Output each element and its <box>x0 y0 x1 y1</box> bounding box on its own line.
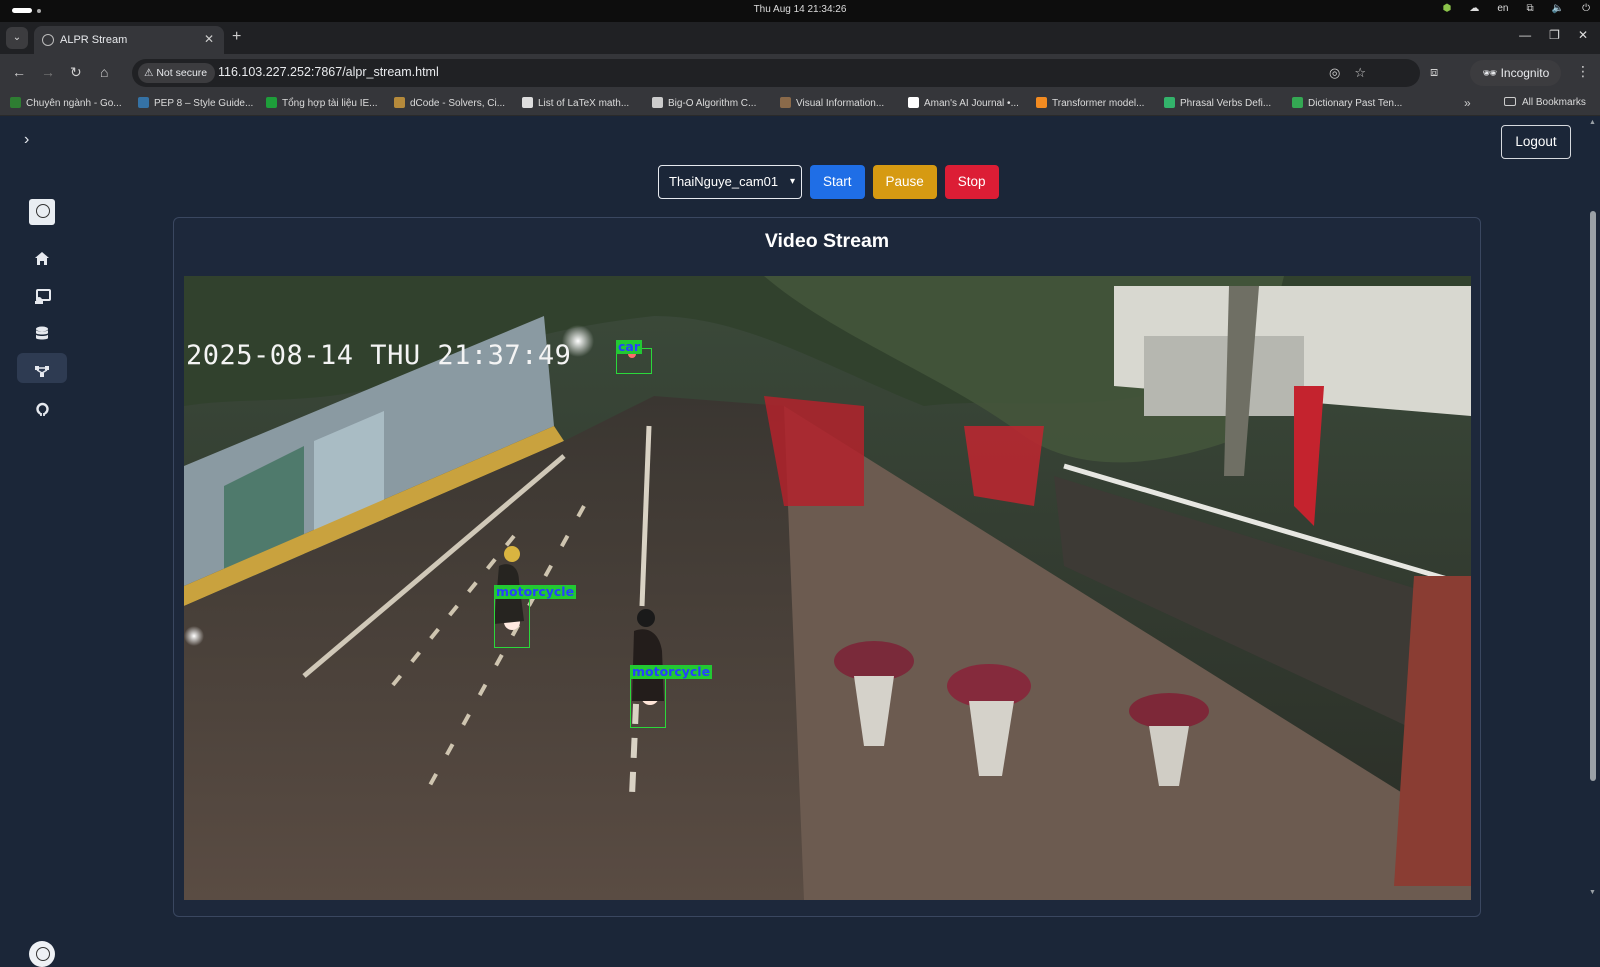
camera-select[interactable]: ThaiNguye_cam01 ▾ <box>658 165 802 199</box>
bookmark-favicon <box>138 97 149 108</box>
home-icon[interactable] <box>29 245 55 271</box>
language-indicator: en <box>1497 3 1509 14</box>
bookmark-item[interactable]: Tổng hợp tài liệu IE... <box>266 97 378 109</box>
shield-icon: ⬢ <box>1442 3 1452 14</box>
workflow-icon[interactable] <box>29 358 55 384</box>
user-avatar[interactable] <box>29 941 55 967</box>
bookmark-favicon <box>652 97 663 108</box>
chevron-down-icon: ▾ <box>789 176 795 187</box>
detection-label: car <box>616 339 643 354</box>
home-button-icon[interactable]: ⌂ <box>100 64 108 80</box>
address-bar[interactable]: ⚠ Not secure 116.103.227.252:7867/alpr_s… <box>132 59 1420 87</box>
not-secure-label: Not secure <box>156 67 208 79</box>
restore-icon[interactable]: ❐ <box>1549 28 1560 42</box>
bookmark-favicon <box>780 97 791 108</box>
bookmark-favicon <box>1292 97 1303 108</box>
more-bookmarks-icon[interactable]: » <box>1464 96 1471 110</box>
window-controls: — ❐ ✕ <box>1519 28 1588 42</box>
folder-icon <box>1504 97 1516 106</box>
slides-icon[interactable] <box>29 283 55 309</box>
bookmark-item[interactable]: Big-O Algorithm C... <box>652 97 756 109</box>
extensions-icon[interactable]: ⧈ <box>1430 64 1438 80</box>
new-tab-button[interactable]: + <box>232 28 241 46</box>
incognito-label: Incognito <box>1500 66 1550 80</box>
bookmark-favicon <box>908 97 919 108</box>
bookmarks-bar: Chuyên ngành - Go... PEP 8 – Style Guide… <box>0 92 1600 116</box>
start-button[interactable]: Start <box>810 165 865 199</box>
video-frame[interactable]: 2025-08-14 THU 21:37:49 car motorcycle m… <box>184 276 1471 900</box>
tab-alpr-stream[interactable]: ALPR Stream ✕ <box>34 26 224 54</box>
scroll-down-icon[interactable]: ▼ <box>1589 889 1596 896</box>
reload-icon[interactable]: ↻ <box>70 64 82 81</box>
stream-controls: ThaiNguye_cam01 ▾ Start Pause Stop <box>658 165 999 199</box>
minimize-icon[interactable]: — <box>1519 28 1531 42</box>
bookmark-item[interactable]: Chuyên ngành - Go... <box>10 97 122 109</box>
volume-icon: 🔈 <box>1551 3 1565 14</box>
scroll-thumb[interactable] <box>1590 211 1596 781</box>
bookmark-favicon <box>394 97 405 108</box>
tab-search-button[interactable]: ⌄ <box>6 27 28 49</box>
logout-button[interactable]: Logout <box>1501 125 1571 159</box>
not-secure-badge[interactable]: ⚠ Not secure <box>138 63 216 83</box>
bookmark-item[interactable]: Dictionary Past Ten... <box>1292 97 1402 109</box>
cloud-icon: ☁ <box>1469 3 1480 14</box>
camera-select-value: ThaiNguye_cam01 <box>669 174 779 189</box>
bookmark-item[interactable]: List of LaTeX math... <box>522 97 629 109</box>
detection-box <box>630 672 666 728</box>
power-icon: ⏻ <box>1582 3 1590 14</box>
stop-button[interactable]: Stop <box>944 165 999 199</box>
bookmark-item[interactable]: PEP 8 – Style Guide... <box>138 97 253 109</box>
bookmark-item[interactable]: dCode - Solvers, Ci... <box>394 97 505 109</box>
detection-label: motorcycle <box>630 664 713 679</box>
star-icon[interactable]: ☆ <box>1354 65 1366 81</box>
stream-timestamp: 2025-08-14 THU 21:37:49 <box>186 340 572 371</box>
bookmark-favicon <box>1036 97 1047 108</box>
tab-title: ALPR Stream <box>60 34 128 46</box>
network-icon: ⧉ <box>1526 3 1534 14</box>
tab-strip: ⌄ ALPR Stream ✕ + — ❐ ✕ <box>0 22 1600 54</box>
close-window-icon[interactable]: ✕ <box>1578 28 1588 42</box>
back-icon[interactable]: ← <box>12 64 26 80</box>
incognito-badge[interactable]: 🕶 Incognito <box>1470 60 1562 86</box>
bookmark-favicon <box>522 97 533 108</box>
scroll-up-icon[interactable]: ▲ <box>1589 119 1596 126</box>
detection-label: motorcycle <box>494 584 577 599</box>
detection-box <box>494 592 530 648</box>
browser-toolbar: ← → ↻ ⌂ ⚠ Not secure 116.103.227.252:786… <box>0 54 1600 92</box>
page-scrollbar[interactable]: ▲ ▼ <box>1586 117 1600 900</box>
bookmark-favicon <box>266 97 277 108</box>
forward-icon[interactable]: → <box>41 64 55 80</box>
url-text[interactable]: 116.103.227.252:7867/alpr_stream.html <box>218 65 439 79</box>
os-status-area[interactable]: ⬢ ☁ en ⧉ 🔈 ⏻ <box>1443 3 1590 14</box>
database-icon[interactable] <box>29 321 55 347</box>
os-top-bar: Thu Aug 14 21:34:26 ⬢ ☁ en ⧉ 🔈 ⏻ <box>0 0 1600 22</box>
github-icon[interactable] <box>29 396 55 422</box>
eye-off-icon[interactable]: ◎ <box>1329 65 1340 81</box>
os-clock[interactable]: Thu Aug 14 21:34:26 <box>0 4 1600 15</box>
bookmark-item[interactable]: Phrasal Verbs Defi... <box>1164 97 1271 109</box>
omnibox-actions: ◎ ☆ <box>1329 65 1366 81</box>
bookmark-item[interactable]: Aman's AI Journal •... <box>908 97 1019 109</box>
card-title: Video Stream <box>764 230 890 252</box>
globe-icon <box>42 34 54 46</box>
chevron-right-icon[interactable]: › <box>24 131 29 149</box>
bookmark-favicon <box>10 97 21 108</box>
close-icon[interactable]: ✕ <box>204 32 214 46</box>
bookmark-favicon <box>1164 97 1175 108</box>
menu-icon[interactable]: ⋮ <box>1576 63 1590 80</box>
bookmark-item[interactable]: Transformer model... <box>1036 97 1144 109</box>
brand-logo[interactable] <box>29 199 55 225</box>
bookmark-item[interactable]: Visual Information... <box>780 97 884 109</box>
pause-button[interactable]: Pause <box>872 165 937 199</box>
all-bookmarks-button[interactable]: All Bookmarks <box>1504 97 1586 108</box>
